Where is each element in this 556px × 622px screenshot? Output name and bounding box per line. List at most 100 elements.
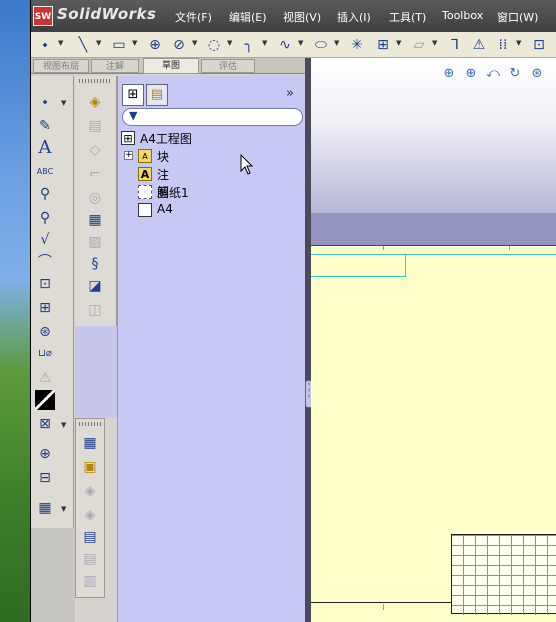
point-icon[interactable]: ✳ (347, 35, 367, 55)
chevron-down-icon[interactable]: ▼ (61, 506, 67, 513)
datum-target-icon[interactable]: ⊔⌀ (35, 344, 55, 364)
center-mark-icon[interactable]: ⊕ (35, 444, 55, 464)
chevron-down-icon[interactable]: ▼ (58, 40, 64, 47)
punch-table-icon[interactable]: ▥ (80, 571, 100, 591)
annotation-toolbar: ⬩ ▼ ✎ A ABC ⚲ ⚲ √ ⌒ ⊡ ⊞ ⊛ ⊔⌀ ⚠ ⊠ ▼ ⊕ ⊟ ▦… (31, 76, 74, 528)
bom-icon[interactable]: ◈ (80, 481, 100, 501)
expand-icon[interactable]: + (124, 151, 133, 160)
chevron-down-icon[interactable]: ▼ (61, 100, 67, 107)
area-hatch-icon[interactable] (35, 390, 55, 410)
solidworks-window: SW SolidWorks 文件(F) 编辑(E) 视图(V) 插入(I) 工具… (30, 0, 556, 622)
collapse-panel-icon[interactable]: » (286, 86, 294, 101)
circle-icon[interactable]: ⊘ (169, 35, 189, 55)
pan-icon[interactable]: ⊛ (529, 66, 545, 82)
menu-bar: SW SolidWorks 文件(F) 编辑(E) 视图(V) 插入(I) 工具… (31, 0, 556, 32)
feature-tree-tab-icon[interactable]: ⊞ (122, 84, 144, 106)
menu-edit[interactable]: 编辑(E) (229, 9, 267, 25)
broken-out-section-icon[interactable]: ▨ (85, 232, 105, 252)
display-relations-icon[interactable]: ⚠ (469, 35, 489, 55)
weld-symbol-icon[interactable]: ⌒ (35, 252, 55, 272)
left-toolbar-footer (31, 528, 75, 622)
break-icon[interactable]: § (85, 254, 105, 274)
tab-sketch[interactable]: 草图 (143, 58, 199, 74)
revision-table-icon[interactable]: ◈ (80, 505, 100, 525)
chevron-down-icon[interactable]: ▼ (192, 40, 198, 47)
tab-annotation[interactable]: 注解 (91, 59, 139, 73)
menu-view[interactable]: 视图(V) (283, 9, 321, 25)
hole-table-icon[interactable]: ▣ (80, 457, 100, 477)
border-tick (509, 246, 510, 250)
auto-balloon-icon[interactable]: ⚲ (35, 208, 55, 228)
centerline-icon[interactable]: ⊟ (35, 468, 55, 488)
fillet-icon[interactable]: ╮ (239, 35, 259, 55)
rectangle-icon[interactable]: ▭ (109, 35, 129, 55)
model-items-icon[interactable]: ✎ (35, 116, 55, 136)
note-icon[interactable]: A (35, 138, 55, 158)
blocks-icon[interactable]: ⊠ (35, 414, 55, 434)
arc-icon[interactable]: ◌ (204, 35, 224, 55)
chevron-down-icon[interactable]: ▼ (432, 40, 438, 47)
chevron-down-icon[interactable]: ▼ (96, 40, 102, 47)
auxiliary-view-icon[interactable]: ⌐ (85, 164, 105, 184)
chevron-down-icon[interactable]: ▼ (396, 40, 402, 47)
toolbar-grip[interactable] (79, 422, 101, 426)
chevron-down-icon[interactable]: ▼ (227, 40, 233, 47)
chevron-down-icon[interactable]: ▼ (262, 40, 268, 47)
menu-insert[interactable]: 插入(I) (337, 9, 371, 25)
projected-view-icon[interactable]: ◇ (85, 140, 105, 160)
tab-view-layout[interactable]: 视图布局 (33, 59, 89, 73)
chevron-down-icon[interactable]: ▼ (298, 40, 304, 47)
ellipse-icon[interactable]: ⬭ (311, 35, 331, 55)
datum-feature-icon[interactable]: ⊛ (35, 322, 55, 342)
zoom-to-fit-icon[interactable]: ⊕ (441, 66, 457, 82)
plane-icon[interactable]: ▱ (409, 35, 429, 55)
property-manager-tab-icon[interactable]: ▤ (146, 84, 168, 106)
menu-window[interactable]: 窗口(W) (497, 9, 538, 25)
balloon-icon[interactable]: ⚲ (35, 184, 55, 204)
chevron-down-icon[interactable]: ▼ (61, 422, 67, 429)
title-block[interactable] (451, 534, 556, 615)
chevron-down-icon[interactable]: ▼ (334, 40, 340, 47)
hole-callout-icon[interactable]: ⊡ (35, 274, 55, 294)
detail-view-icon[interactable]: ▦ (85, 210, 105, 230)
magnetic-line-icon[interactable]: ⚠ (35, 368, 55, 388)
mirror-entities-icon[interactable]: ⊞ (373, 35, 393, 55)
border-line (405, 254, 406, 276)
annotations-icon: A (138, 167, 152, 181)
chevron-down-icon[interactable]: ▼ (132, 40, 138, 47)
rotate-view-icon[interactable]: ↻ (507, 66, 523, 82)
tab-evaluate[interactable]: 评估 (201, 59, 255, 73)
general-table-icon[interactable]: ▦ (80, 433, 100, 453)
drawing-sheet[interactable] (311, 245, 556, 622)
zoom-to-area-icon[interactable]: ⊕ (463, 66, 479, 82)
tree-filter-input[interactable]: ▼ (122, 108, 303, 126)
smart-dimension-icon[interactable]: ⬩ (35, 35, 55, 55)
geometric-tolerance-icon[interactable]: ⊞ (35, 298, 55, 318)
repair-sketch-icon[interactable]: ⊡ (529, 35, 549, 55)
crop-view-icon[interactable]: ◪ (85, 276, 105, 296)
standard-3-view-icon[interactable]: ◈ (85, 92, 105, 112)
mouse-cursor-icon (240, 154, 254, 175)
bend-table-icon[interactable]: ▤ (80, 549, 100, 569)
spline-icon[interactable]: ∿ (275, 35, 295, 55)
model-view-icon[interactable]: ▤ (85, 116, 105, 136)
menu-toolbox[interactable]: Toolbox (442, 9, 483, 22)
linear-pattern-icon[interactable]: ⁞⁞ (493, 35, 513, 55)
smart-dimension-icon[interactable]: ⬩ (35, 92, 55, 112)
table-icon[interactable]: ▦ (35, 498, 55, 518)
spell-checker-icon[interactable]: ABC (35, 162, 55, 182)
previous-view-icon[interactable]: ⤺ (485, 66, 501, 82)
graphics-area[interactable]: ⊕ ⊕ ⤺ ↻ ⊛ (311, 58, 556, 622)
weldment-table-icon[interactable]: ▤ (80, 527, 100, 547)
surface-finish-icon[interactable]: √ (35, 230, 55, 250)
menu-file[interactable]: 文件(F) (175, 9, 212, 25)
line-icon[interactable]: ╲ (73, 35, 93, 55)
slot-icon[interactable]: ⊕ (145, 35, 165, 55)
convert-entities-icon[interactable]: ⅂ (445, 35, 465, 55)
toolbar-grip[interactable] (79, 79, 112, 83)
feature-manager-panel: ⊞ ▤ » ▼ ⊞ A4工程图 + A 块 A 注解 图纸1 A4 (117, 76, 305, 622)
menu-tools[interactable]: 工具(T) (389, 9, 426, 25)
alternate-position-icon[interactable]: ◫ (85, 300, 105, 320)
chevron-down-icon[interactable]: ▼ (516, 40, 522, 47)
section-view-icon[interactable]: ◎ (85, 188, 105, 208)
